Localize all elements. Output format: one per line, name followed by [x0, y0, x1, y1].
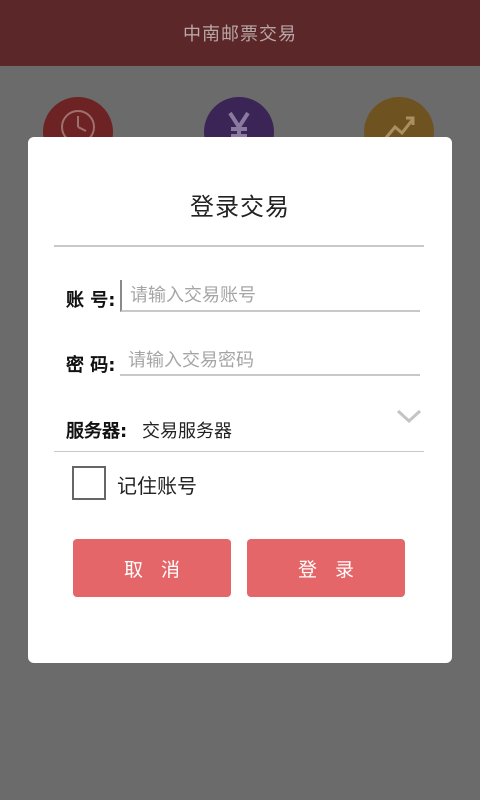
- login-dialog: 登录交易 账 号: 密 码: 服务器: 交易服务器 记住账号 取消 登录: [28, 137, 452, 663]
- remember-checkbox[interactable]: [72, 466, 106, 500]
- server-divider: [54, 451, 424, 452]
- server-select[interactable]: 交易服务器: [142, 417, 232, 443]
- chevron-down-icon[interactable]: [394, 405, 424, 427]
- remember-label: 记住账号: [117, 474, 197, 498]
- title-bar: 中南邮票交易: [0, 0, 480, 66]
- password-label: 密 码:: [66, 355, 116, 376]
- account-label: 账 号:: [66, 290, 116, 311]
- app-screen: 中南邮票交易 登录交易 账 号: 密 码: 服务器: 交易服务器: [0, 0, 480, 800]
- dialog-title: 登录交易: [190, 193, 290, 221]
- account-input[interactable]: [120, 280, 420, 312]
- cancel-button[interactable]: 取消: [73, 539, 231, 597]
- password-input[interactable]: [120, 346, 420, 376]
- login-button[interactable]: 登录: [247, 539, 405, 597]
- title-divider: [54, 245, 424, 247]
- app-title: 中南邮票交易: [183, 24, 297, 45]
- server-label: 服务器:: [66, 421, 128, 442]
